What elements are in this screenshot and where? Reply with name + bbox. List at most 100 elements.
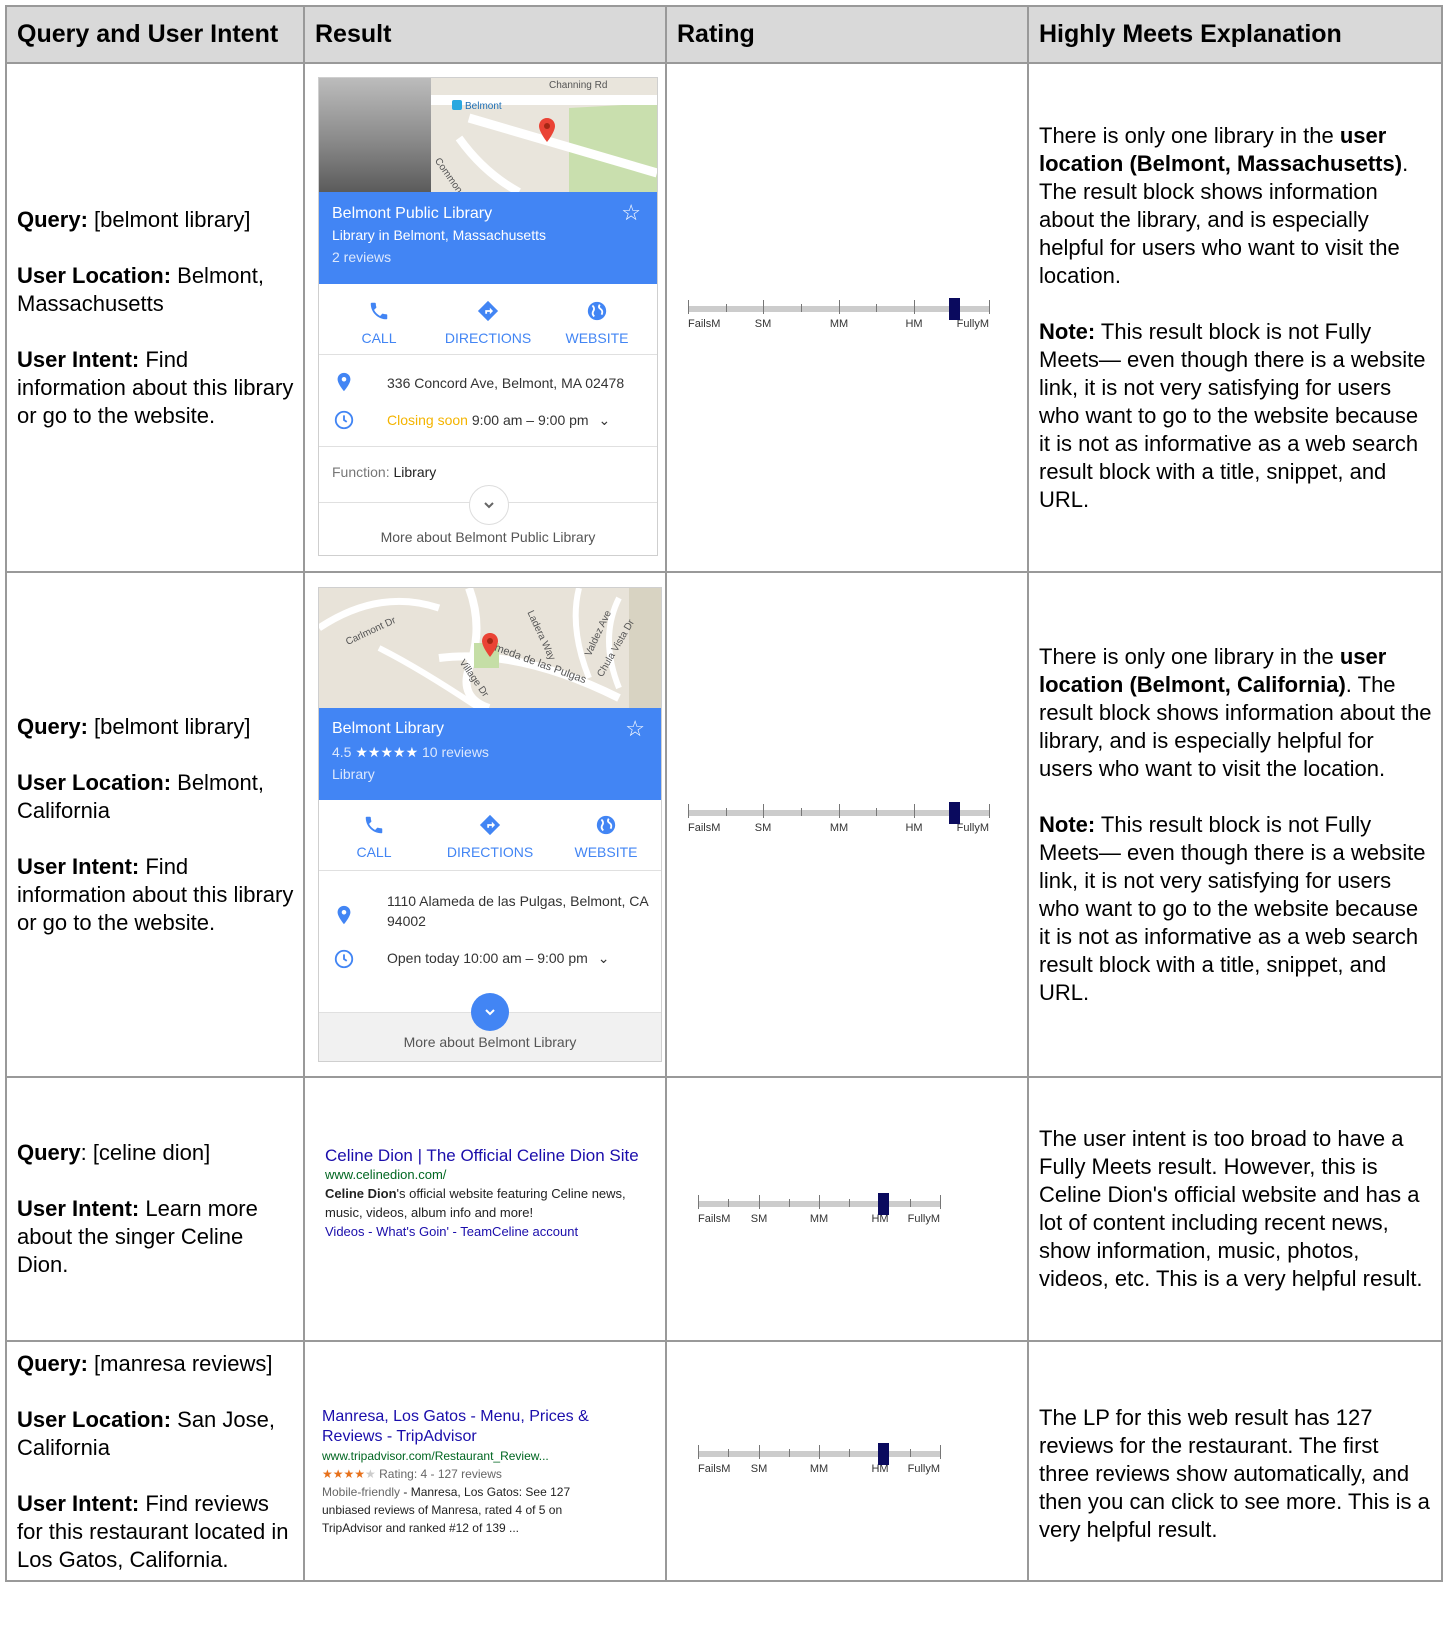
card-subtitle: Library xyxy=(332,766,375,782)
directions-button[interactable]: DIRECTIONS xyxy=(435,814,545,860)
directions-icon xyxy=(477,300,499,322)
header-result: Result xyxy=(303,5,667,64)
action-bar: CALL DIRECTIONS WEBSITE xyxy=(319,284,657,354)
result-cell: Manresa, Los Gatos - Menu, Prices & Revi… xyxy=(303,1340,667,1582)
scale-label: FailsM xyxy=(698,1213,731,1225)
card-title[interactable]: Belmont Public Library xyxy=(332,205,492,223)
location-pin-icon xyxy=(337,372,351,392)
website-button[interactable]: WEBSITE xyxy=(551,814,661,860)
scale-label: FullyM xyxy=(907,1213,940,1225)
rating-scale: FailsM SM MM HM FullyM xyxy=(688,802,990,842)
location-pin-icon xyxy=(337,905,351,925)
more-about-link[interactable]: More about Belmont Public Library xyxy=(319,529,657,545)
action-bar: CALL DIRECTIONS WEBSITE xyxy=(319,800,661,870)
web-result: Celine Dion | The Official Celine Dion S… xyxy=(325,1145,645,1241)
intent-line: User Intent: Find reviews for this resta… xyxy=(17,1491,289,1572)
website-button[interactable]: WEBSITE xyxy=(542,300,652,346)
phone-icon xyxy=(365,816,383,834)
card-rating[interactable]: 4.5 ★★★★★ 10 reviews xyxy=(332,744,489,761)
scale-tick xyxy=(801,304,802,312)
table-row: Query: [belmont library] User Location: … xyxy=(5,62,1443,573)
chevron-down-icon[interactable]: ⌄ xyxy=(598,412,610,428)
result-snippet: Celine Dion's official website featuring… xyxy=(325,1186,626,1220)
scale-tick xyxy=(726,304,727,312)
rating-marker[interactable] xyxy=(878,1193,889,1215)
query-line: Query: [manresa reviews] xyxy=(17,1351,273,1376)
call-button[interactable]: CALL xyxy=(319,814,429,860)
hours-text: Open today 10:00 am – 9:00 pm xyxy=(387,950,588,966)
scale-tick xyxy=(688,804,689,818)
library-photo xyxy=(319,78,431,192)
scale-tick xyxy=(914,300,915,314)
query-line: Query: [belmont library] xyxy=(17,206,251,232)
scale-tick xyxy=(839,804,840,818)
save-star-icon[interactable]: ☆ xyxy=(625,718,645,740)
chevron-down-icon[interactable]: ⌄ xyxy=(598,950,610,966)
result-rating: ★★★★★ Rating: 4 - 127 reviews xyxy=(322,1467,502,1481)
scale-tick xyxy=(763,300,764,314)
scale-tick xyxy=(914,804,915,818)
hours[interactable]: Closing soon 9:00 am – 9:00 pm ⌄ xyxy=(387,410,610,430)
location-line: User Location: Belmont, Massachusetts xyxy=(17,262,264,316)
scale-tick xyxy=(839,300,840,314)
more-about-link[interactable]: More about Belmont Library xyxy=(319,1034,661,1050)
intent-line: User Intent: Find information about this… xyxy=(17,346,294,428)
scale-tick xyxy=(759,1445,760,1459)
query-cell: Query: [manresa reviews] User Location: … xyxy=(5,1340,305,1582)
scale-tick xyxy=(698,1195,699,1209)
rating-marker[interactable] xyxy=(949,298,960,320)
explanation-cell: There is only one library in the user lo… xyxy=(1027,62,1443,573)
divider xyxy=(319,446,657,447)
explanation-paragraph: The LP for this web result has 127 revie… xyxy=(1039,1405,1430,1542)
table-row: Query: [celine dion] User Intent: Learn … xyxy=(5,1076,1443,1342)
map-thumbnail[interactable]: Channing Rd Belmont Common S xyxy=(319,78,657,192)
header-query: Query and User Intent xyxy=(5,5,305,64)
save-star-icon[interactable]: ☆ xyxy=(621,202,641,224)
card-reviews[interactable]: 2 reviews xyxy=(332,249,391,265)
result-url: www.tripadvisor.com/Restaurant_Review... xyxy=(322,1449,549,1463)
rating-stars: ★★★★★ xyxy=(355,744,419,760)
map-place-label: Belmont xyxy=(465,101,502,112)
hours[interactable]: Open today 10:00 am – 9:00 pm ⌄ xyxy=(387,948,609,968)
sitelinks[interactable]: Videos - What's Goin' - TeamCeline accou… xyxy=(325,1222,645,1241)
directions-button[interactable]: DIRECTIONS xyxy=(433,300,543,346)
scale-label: MM xyxy=(809,1463,829,1475)
rating-marker[interactable] xyxy=(949,802,960,824)
query-cell: Query: [belmont library] User Location: … xyxy=(5,571,305,1078)
result-title-link[interactable]: Celine Dion | The Official Celine Dion S… xyxy=(325,1145,645,1166)
header-row: Query and User Intent Result Rating High… xyxy=(5,5,1443,64)
rating-marker[interactable] xyxy=(878,1443,889,1465)
result-title-link[interactable]: Manresa, Los Gatos - Menu, Prices & Revi… xyxy=(322,1407,597,1447)
phone-icon xyxy=(370,302,388,320)
card-header: Belmont Library 4.5 ★★★★★ 10 reviews Lib… xyxy=(319,708,661,800)
scale-tick xyxy=(728,1199,729,1207)
expand-button[interactable] xyxy=(471,993,509,1031)
hours-text: 9:00 am – 9:00 pm xyxy=(467,412,589,428)
scale-label: FullyM xyxy=(956,318,989,330)
globe-icon xyxy=(596,815,616,835)
scale-tick xyxy=(789,1449,790,1457)
divider xyxy=(319,354,657,355)
chevron-down-icon xyxy=(484,502,494,509)
map-thumbnail[interactable]: Carlmont Dr Ladera Way Valdez Ave Chula … xyxy=(319,588,661,708)
scale-tick xyxy=(849,1199,850,1207)
scale-tick xyxy=(759,1195,760,1209)
scale-tick xyxy=(910,1449,911,1457)
address[interactable]: 336 Concord Ave, Belmont, MA 02478 xyxy=(387,373,624,393)
scale-label: FullyM xyxy=(907,1463,940,1475)
scale-tick xyxy=(698,1445,699,1459)
scale-label: SM xyxy=(750,1213,768,1225)
card-title[interactable]: Belmont Library xyxy=(332,720,444,738)
map-pin-icon xyxy=(482,633,498,657)
rating-cell: FailsM SM MM HM FullyM xyxy=(665,62,1029,573)
call-button[interactable]: CALL xyxy=(324,300,434,346)
rating-cell: FailsM SM MM HM FullyM xyxy=(665,1076,1029,1342)
table-row: Query: [belmont library] User Location: … xyxy=(5,571,1443,1078)
rating-examples-table: Query and User Intent Result Rating High… xyxy=(5,5,1443,1582)
expand-button[interactable] xyxy=(469,485,509,525)
explanation-paragraph: The user intent is too broad to have a F… xyxy=(1039,1126,1423,1291)
card-header: Belmont Public Library Library in Belmon… xyxy=(319,192,657,284)
scale-tick xyxy=(819,1445,820,1459)
address[interactable]: 1110 Alameda de las Pulgas, Belmont, CA … xyxy=(387,891,649,931)
header-explanation: Highly Meets Explanation xyxy=(1027,5,1443,64)
